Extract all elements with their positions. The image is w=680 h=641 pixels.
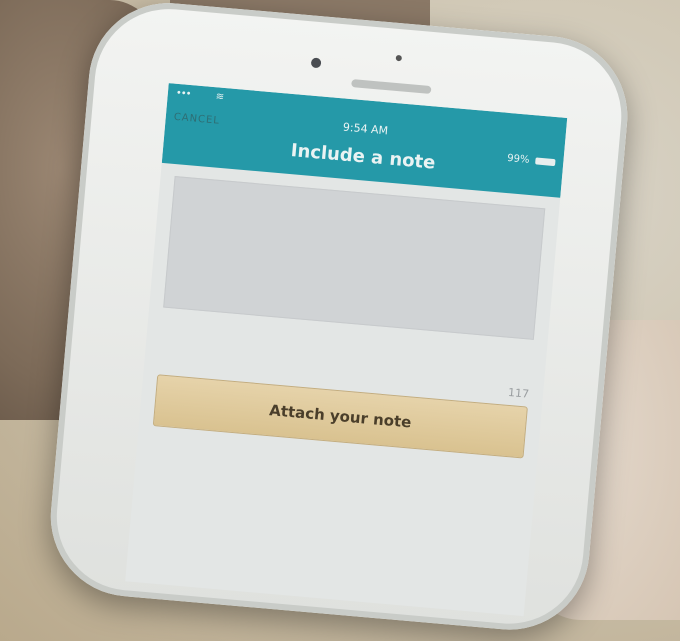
wifi-icon: ≋ [215, 91, 225, 103]
signal-icon: ••• [175, 87, 192, 101]
phone-screen: ••• ≋ 9:54 AM 99% CANCEL Include a note … [125, 83, 568, 617]
note-input[interactable] [163, 176, 546, 340]
sensor [395, 54, 403, 62]
phone: ••• ≋ 9:54 AM 99% CANCEL Include a note … [44, 0, 634, 637]
front-camera [310, 57, 322, 69]
earpiece-speaker [351, 79, 432, 95]
